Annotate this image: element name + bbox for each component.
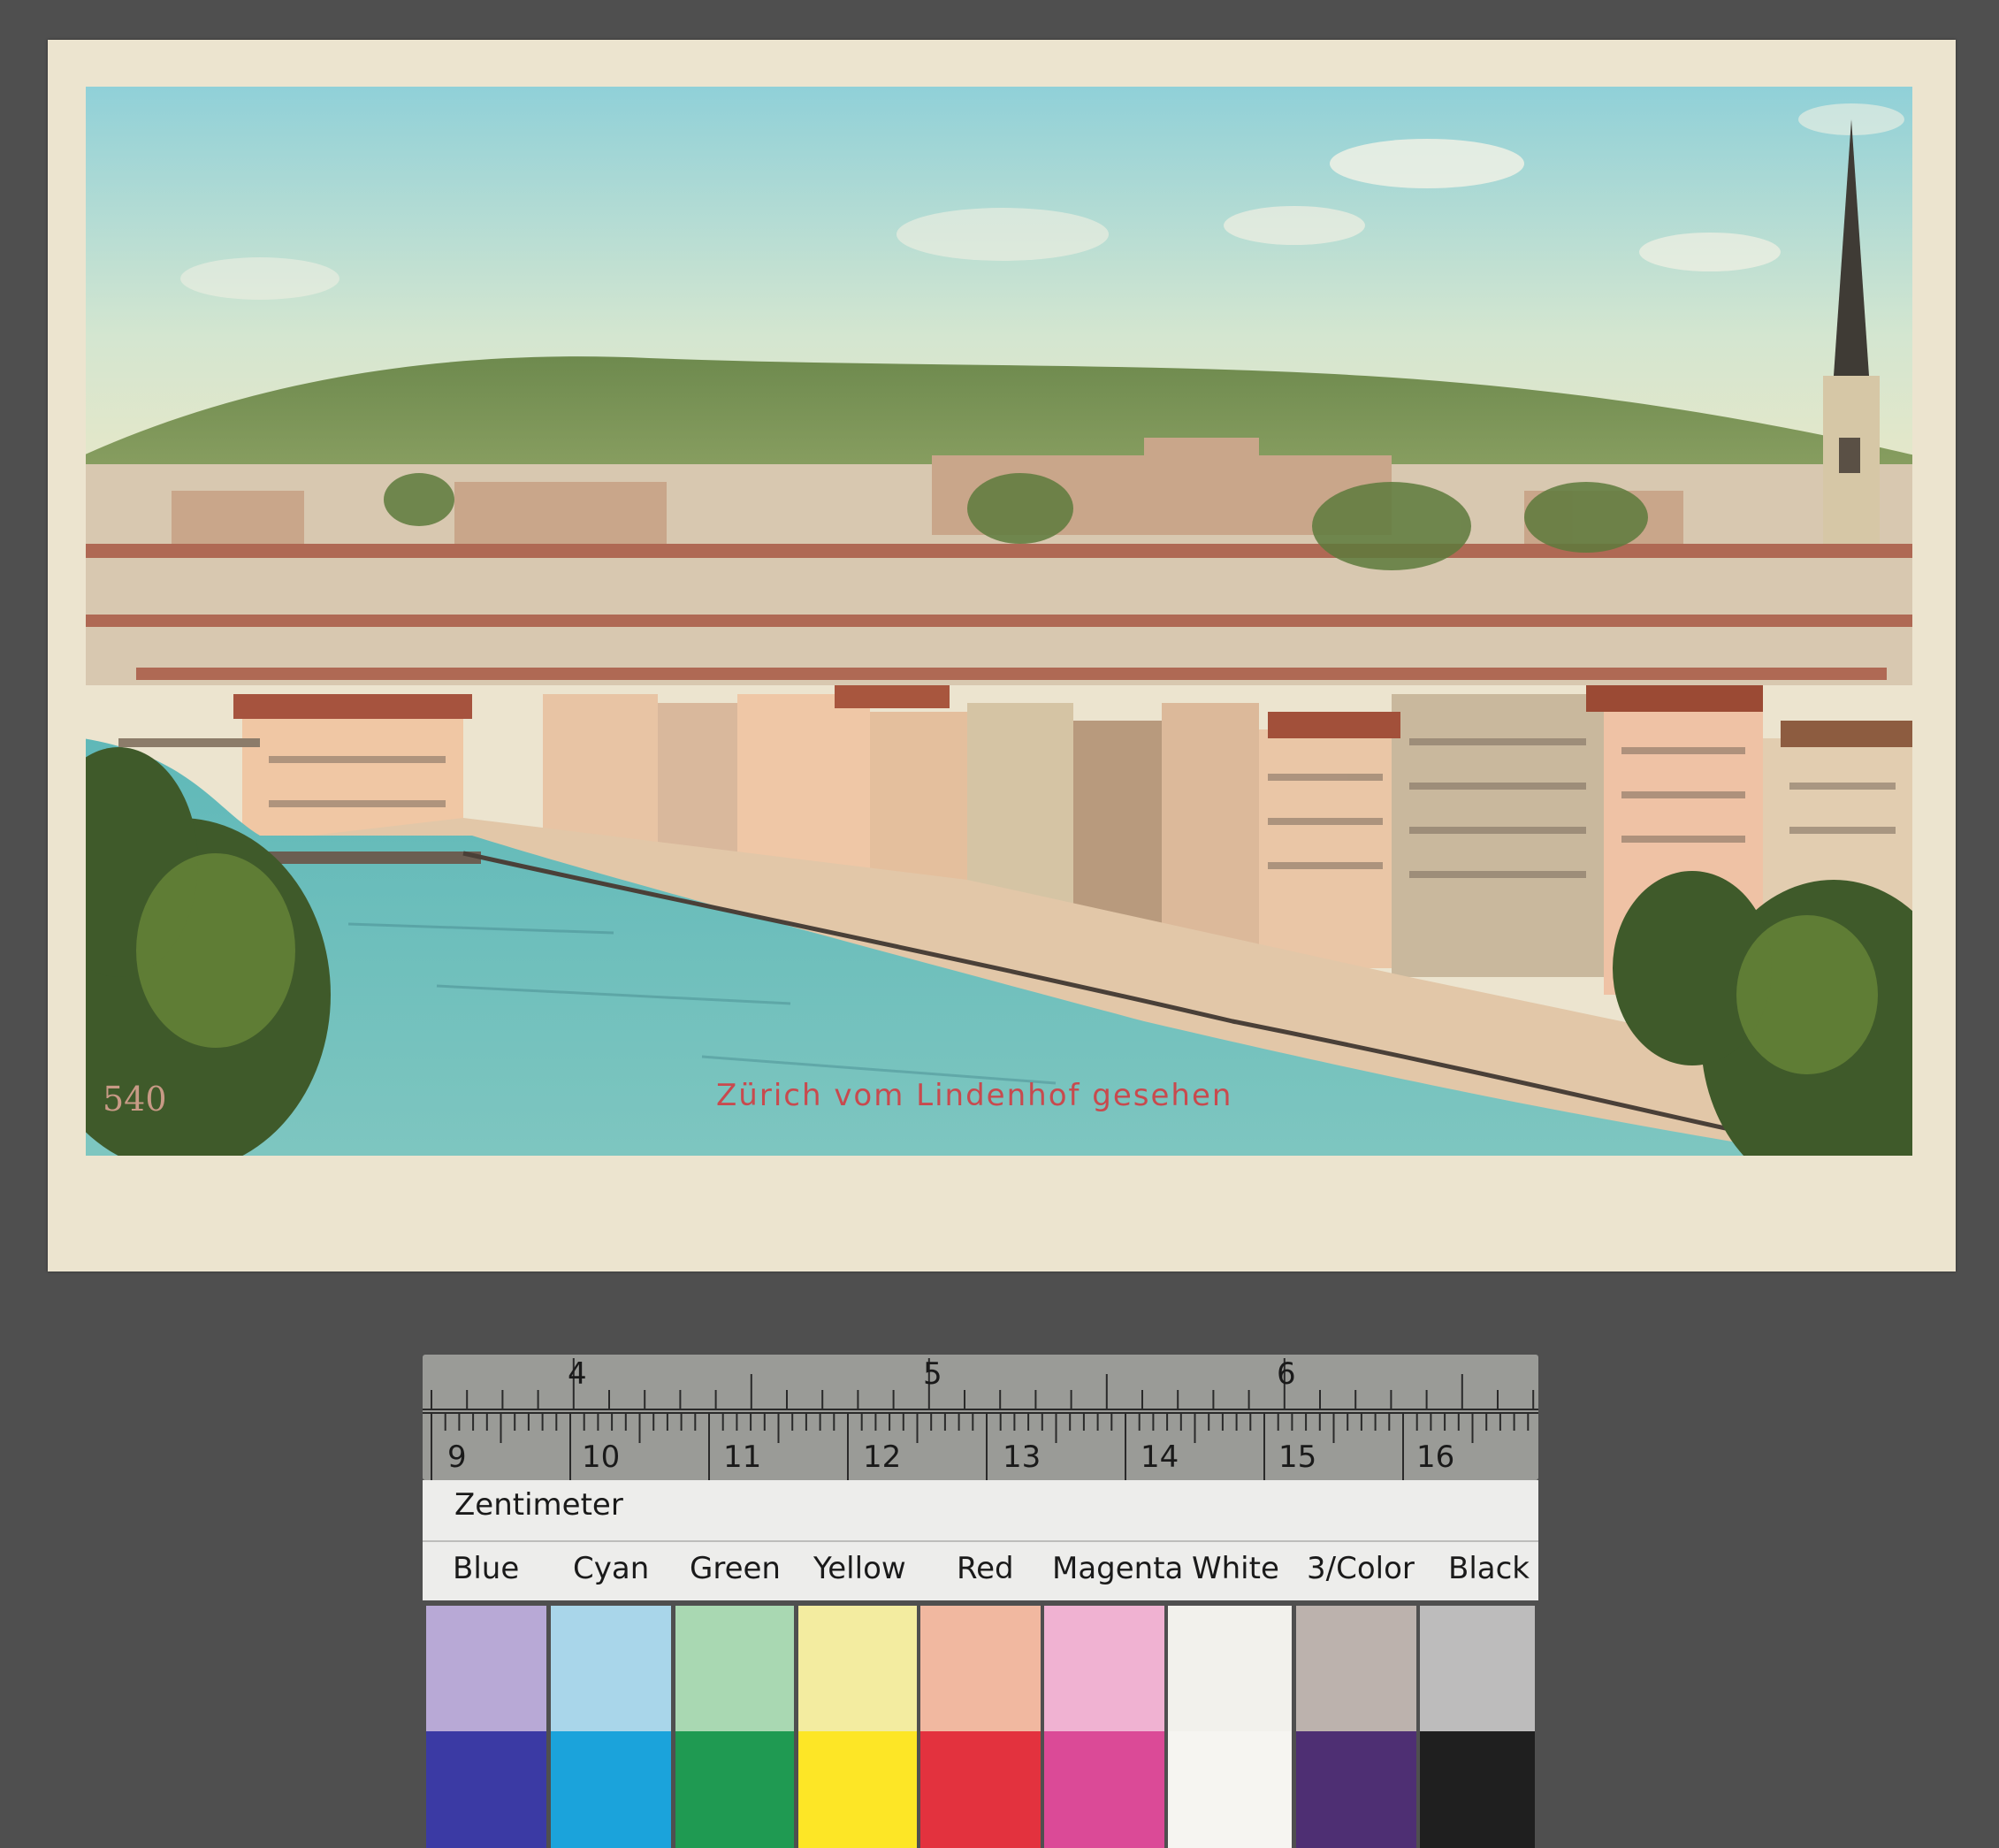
cm-label: 14 — [1141, 1439, 1179, 1475]
panorama-illustration — [83, 84, 1915, 1158]
dark-color-patch — [920, 1731, 1041, 1848]
color-label-green: Green — [690, 1551, 781, 1586]
light-color-patch — [1296, 1606, 1416, 1731]
light-color-patch — [1168, 1606, 1292, 1731]
light-color-patch — [1044, 1606, 1164, 1731]
divider — [423, 1540, 1538, 1542]
dark-color-patch — [1044, 1731, 1164, 1848]
light-color-patch — [798, 1606, 917, 1731]
inch-label: 4 — [568, 1356, 587, 1392]
color-label-red: Red — [957, 1551, 1014, 1586]
dark-color-patch — [1420, 1731, 1535, 1848]
unit-label: Zentimeter — [454, 1487, 623, 1523]
dark-color-patch — [675, 1731, 794, 1848]
ruler: 4 5 6 9 10 11 12 13 14 15 16 — [423, 1355, 1538, 1480]
light-color-patch — [1420, 1606, 1535, 1731]
color-label-3color: 3/Color — [1307, 1551, 1415, 1586]
cm-label: 10 — [582, 1439, 621, 1475]
card-number: 540 — [103, 1080, 167, 1119]
color-label-cyan: Cyan — [573, 1551, 650, 1586]
cm-label: 16 — [1416, 1439, 1455, 1475]
dark-color-patch — [1296, 1731, 1416, 1848]
zurich-panorama-photo — [83, 84, 1915, 1158]
cm-label: 13 — [1003, 1439, 1041, 1475]
dark-color-patch — [1168, 1731, 1292, 1848]
dark-color-patch — [798, 1731, 917, 1848]
dark-color-patch — [551, 1731, 671, 1848]
color-label-black: Black — [1448, 1551, 1530, 1586]
cm-label: 12 — [863, 1439, 902, 1475]
color-label-white: White — [1192, 1551, 1279, 1586]
color-label-yellow: Yellow — [813, 1551, 906, 1586]
postcard: 540 Zürich vom Lindenhof gesehen — [48, 40, 1956, 1271]
light-color-patch — [551, 1606, 671, 1731]
postcard-caption: Zürich vom Lindenhof gesehen — [716, 1078, 1233, 1113]
color-calibration-target: 4 5 6 9 10 11 12 13 14 15 16 Zentimeter … — [423, 1355, 1538, 1848]
inch-label: 6 — [1277, 1356, 1296, 1392]
cm-label: 11 — [723, 1439, 762, 1475]
light-color-patch — [426, 1606, 546, 1731]
color-label-magenta: Magenta — [1052, 1551, 1184, 1586]
color-label-blue: Blue — [453, 1551, 520, 1586]
cm-label: 9 — [447, 1439, 467, 1475]
cm-label: 15 — [1278, 1439, 1317, 1475]
light-color-patch — [920, 1606, 1041, 1731]
light-color-patch — [675, 1606, 794, 1731]
inch-label: 5 — [923, 1356, 942, 1392]
dark-color-patch — [426, 1731, 546, 1848]
